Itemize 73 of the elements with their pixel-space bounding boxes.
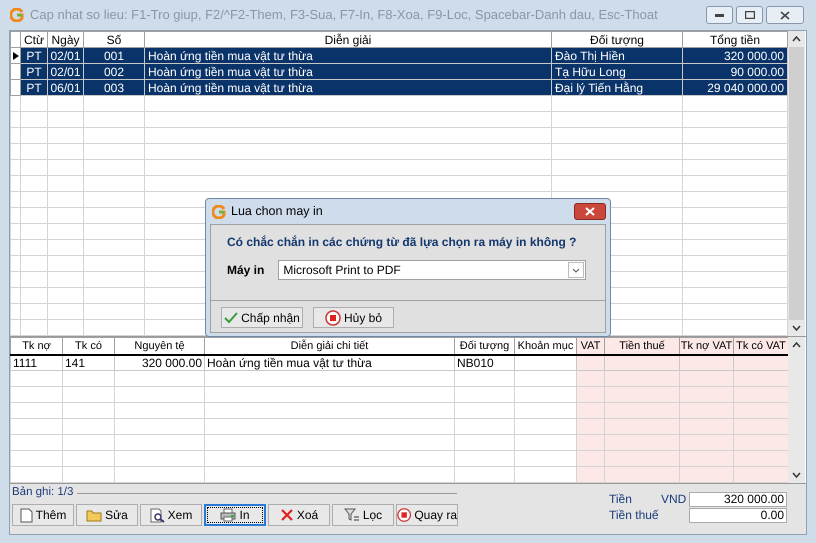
column-header: Khoản mục <box>514 338 576 354</box>
voucher-row[interactable]: PT 02/01 002 Hoàn ứng tiền mua vật tư thừa Tạ Hữu Long 90 000.00 <box>10 64 788 80</box>
table-cell: Đại lý Tiến Hằng <box>552 80 682 96</box>
column-header: Tk nợ VAT <box>680 338 734 354</box>
table-cell: NB010 <box>454 354 514 370</box>
dialog-button[interactable]: Hủy bỏ <box>313 307 394 328</box>
table-cell: 320 000.00 <box>114 354 204 370</box>
toolbar-button[interactable]: Quay ra <box>396 504 458 526</box>
column-header: Tiền thuế <box>604 338 680 354</box>
printer-label: Máy in <box>227 262 264 279</box>
toolbar-button[interactable]: In <box>204 504 266 526</box>
column-header: Diễn giải <box>144 32 552 48</box>
confirm-question: Có chắc chắn in các chứng từ đã lựa chọn ra máy in không ? <box>227 234 576 250</box>
close-button[interactable] <box>574 203 606 220</box>
close-button[interactable] <box>766 6 804 24</box>
folder-icon <box>86 508 102 522</box>
minimize-button[interactable] <box>706 6 733 24</box>
vertical-scrollbar[interactable] <box>788 31 805 336</box>
toolbar-button[interactable]: Thêm <box>12 504 74 526</box>
table-cell: 29 040 000.00 <box>682 80 788 96</box>
total-field: 0.00 <box>689 508 787 523</box>
column-header: Nguyên tệ <box>114 338 204 354</box>
table-cell: 06/01 <box>48 80 84 96</box>
voucher-row[interactable]: PT 02/01 001 Hoàn ứng tiền mua vật tư thừa Đào Thị Hiền 320 000.00 <box>10 48 788 64</box>
printer-icon <box>220 508 236 522</box>
column-header: Diễn giải chi tiết <box>204 338 454 354</box>
close-icon <box>585 207 595 216</box>
total-label: Tiền thuế <box>609 508 660 523</box>
toolbar-button[interactable]: Lọc <box>332 504 394 526</box>
column-header: Tk nợ <box>10 338 62 354</box>
minimize-icon <box>715 14 724 16</box>
stop-icon <box>397 507 412 523</box>
window-title: Cap nhat so lieu: F1-Tro giup, F2/^F2-Them, F3-Sua, F7-In, F8-Xoa, F9-Loc, Spacebar-Danh dau, Esc-Thoat <box>30 6 658 24</box>
document-icon <box>20 508 33 522</box>
record-counter: Bản ghi: 1/3 <box>12 485 74 500</box>
app-logo-icon <box>10 8 24 22</box>
stop-icon <box>324 310 341 326</box>
toolbar-button[interactable]: Xem <box>140 504 202 526</box>
filter-icon <box>344 508 360 522</box>
column-header: Tổng tiền <box>682 32 788 48</box>
column-header: Tk có VAT <box>734 338 788 354</box>
column-header: Tk có <box>62 338 114 354</box>
maximize-button[interactable] <box>736 6 763 24</box>
magnifier-icon <box>150 508 165 522</box>
dialog-button[interactable]: Chấp nhận <box>221 307 303 328</box>
dialog-title: Lua chon may in <box>231 203 323 220</box>
close-icon <box>280 508 294 522</box>
close-icon <box>780 10 790 20</box>
table-cell: 003 <box>84 80 144 96</box>
scroll-up-icon <box>792 36 801 42</box>
maximize-icon <box>744 11 754 19</box>
total-label: Tiền <box>609 492 633 507</box>
printer-dropdown[interactable]: Microsoft Print to PDF <box>278 260 586 280</box>
table-cell: PT <box>20 80 48 96</box>
column-header: Đối tượng <box>454 338 514 354</box>
voucher-row[interactable]: PT 06/01 003 Hoàn ứng tiền mua vật tư thừa Đại lý Tiến Hằng 29 040 000.00 <box>10 80 788 96</box>
currency-label: VND <box>661 492 688 507</box>
column-header: Đối tượng <box>552 32 682 48</box>
toolbar-button[interactable]: Sửa <box>76 504 138 526</box>
checkmark-icon <box>224 312 238 324</box>
scroll-up-icon <box>792 342 801 348</box>
vertical-scrollbar[interactable] <box>788 337 805 483</box>
table-cell: Hoàn ứng tiền mua vật tư thừa <box>204 354 454 370</box>
scroll-down-icon <box>792 472 801 478</box>
table-cell: 141 <box>62 354 114 370</box>
table-cell: 1111 <box>10 354 62 370</box>
toolbar-button[interactable]: Xoá <box>268 504 330 526</box>
total-field: 320 000.00 <box>689 492 787 507</box>
row-pointer-icon <box>13 52 19 60</box>
table-cell: Hoàn ứng tiền mua vật tư thừa <box>144 80 552 96</box>
column-header: VAT <box>576 338 604 354</box>
app-logo-icon <box>212 204 226 218</box>
scroll-down-icon <box>792 325 801 331</box>
